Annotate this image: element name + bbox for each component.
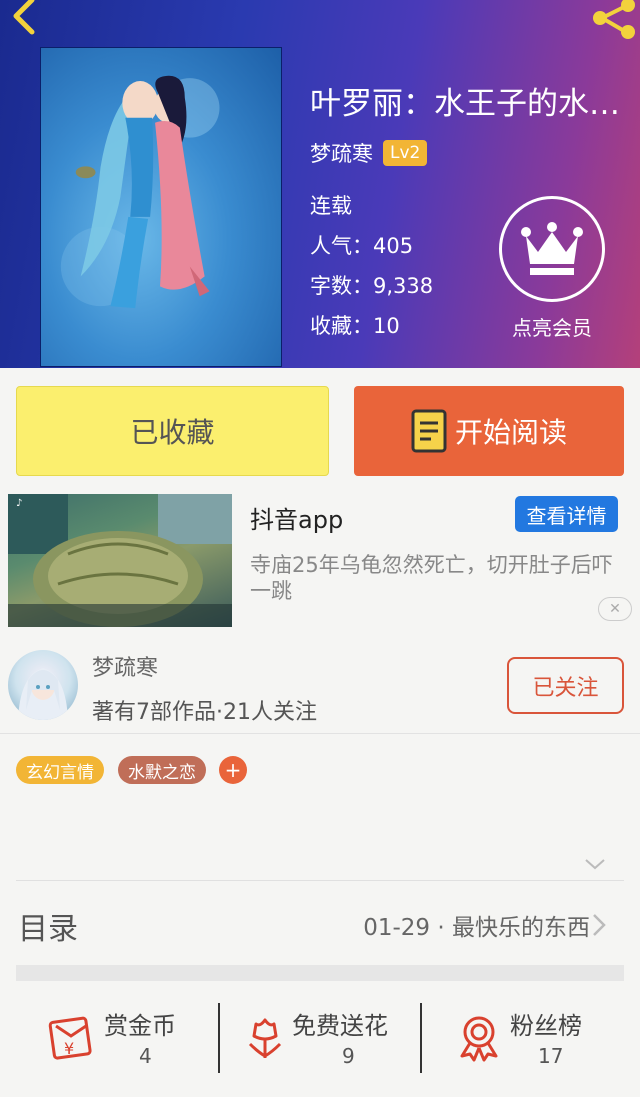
book-cover[interactable] <box>40 47 282 367</box>
toc-chevron[interactable] <box>590 912 608 938</box>
flower-icon <box>248 1018 282 1058</box>
crown-icon <box>521 222 583 275</box>
share-button[interactable] <box>590 0 638 40</box>
author-card[interactable]: 梦疏寒 著有7部作品·21人关注 已关注 <box>0 640 640 734</box>
follow-button[interactable]: 已关注 <box>507 657 624 714</box>
ad-banner[interactable]: ♪ 抖音app 查看详情 寺庙25年乌龟忽然死亡，切开肚子后吓一跳 ✕ <box>0 494 640 630</box>
red-envelope-icon: ¥ <box>48 1016 92 1060</box>
expand-button[interactable] <box>584 853 606 875</box>
ad-detail-button[interactable]: 查看详情 <box>515 496 618 532</box>
author-row: 梦疏寒 Lv2 <box>310 138 428 168</box>
start-reading-label: 开始阅读 <box>454 416 567 449</box>
ad-title[interactable]: 抖音app <box>250 500 343 535</box>
status-text: 连载 <box>310 194 352 218</box>
book-icon <box>411 409 447 453</box>
section-separator <box>16 965 624 981</box>
ad-description[interactable]: 寺庙25年乌龟忽然死亡，切开肚子后吓一跳 <box>250 552 630 604</box>
share-icon <box>593 0 635 39</box>
tag-shui-mo[interactable]: 水默之恋 <box>118 756 206 784</box>
author-card-name: 梦疏寒 <box>92 656 159 681</box>
fan-ranking-button[interactable]: 粉丝榜 17 <box>454 1000 604 1080</box>
author-name[interactable]: 梦疏寒 <box>310 138 373 168</box>
reward-coins-count: 4 <box>139 1044 152 1068</box>
avatar[interactable] <box>8 650 78 720</box>
fan-ranking-count: 17 <box>538 1044 564 1068</box>
ad-close-button[interactable]: ✕ <box>598 597 632 621</box>
cover-illustration <box>60 75 220 309</box>
reward-coins-label: 赏金币 <box>104 1012 176 1040</box>
ad-image[interactable]: ♪ <box>8 494 232 627</box>
add-tag-button[interactable]: + <box>219 756 247 784</box>
chevron-left-icon <box>13 0 35 35</box>
divider <box>16 880 624 881</box>
avatar-illustration <box>18 668 68 720</box>
reward-coins-button[interactable]: ¥ 赏金币 4 <box>46 1000 196 1080</box>
level-badge: Lv2 <box>383 140 428 166</box>
ad-photo: ♪ <box>8 494 232 627</box>
tag-fantasy-romance[interactable]: 玄幻言情 <box>16 756 104 784</box>
vip-button[interactable]: 点亮会员 <box>497 196 607 341</box>
word-count-text: 字数：9,338 <box>310 274 434 298</box>
svg-text:¥: ¥ <box>64 1039 74 1058</box>
chevron-down-icon <box>585 859 605 870</box>
free-flower-button[interactable]: 免费送花 9 <box>240 1000 415 1080</box>
favorited-button[interactable]: 已收藏 <box>16 386 329 476</box>
free-flower-label: 免费送花 <box>292 1012 388 1040</box>
book-title: 叶罗丽：水王子的水… <box>310 86 620 122</box>
toc-label[interactable]: 目录 <box>18 904 78 948</box>
bottom-divider <box>420 1003 422 1073</box>
book-header: 叶罗丽：水王子的水… 梦疏寒 Lv2 连载 人气：405 字数：9,338 收藏… <box>0 0 640 368</box>
author-card-info: 著有7部作品·21人关注 <box>92 700 317 725</box>
free-flower-count: 9 <box>342 1044 355 1068</box>
chevron-right-icon <box>593 914 606 936</box>
svg-text:♪: ♪ <box>16 498 22 509</box>
vip-badge <box>499 196 605 302</box>
favorites-text: 收藏：10 <box>310 314 400 338</box>
medal-icon <box>460 1016 498 1062</box>
bottom-divider <box>218 1003 220 1073</box>
back-button[interactable] <box>6 0 46 40</box>
toc-latest-chapter[interactable]: 01-29 · 最快乐的东西 <box>363 908 590 942</box>
close-icon: ✕ <box>609 601 621 617</box>
popularity-text: 人气：405 <box>310 234 414 258</box>
vip-label: 点亮会员 <box>512 316 592 340</box>
fan-ranking-label: 粉丝榜 <box>510 1012 582 1040</box>
start-reading-button[interactable]: 开始阅读 <box>354 386 624 476</box>
